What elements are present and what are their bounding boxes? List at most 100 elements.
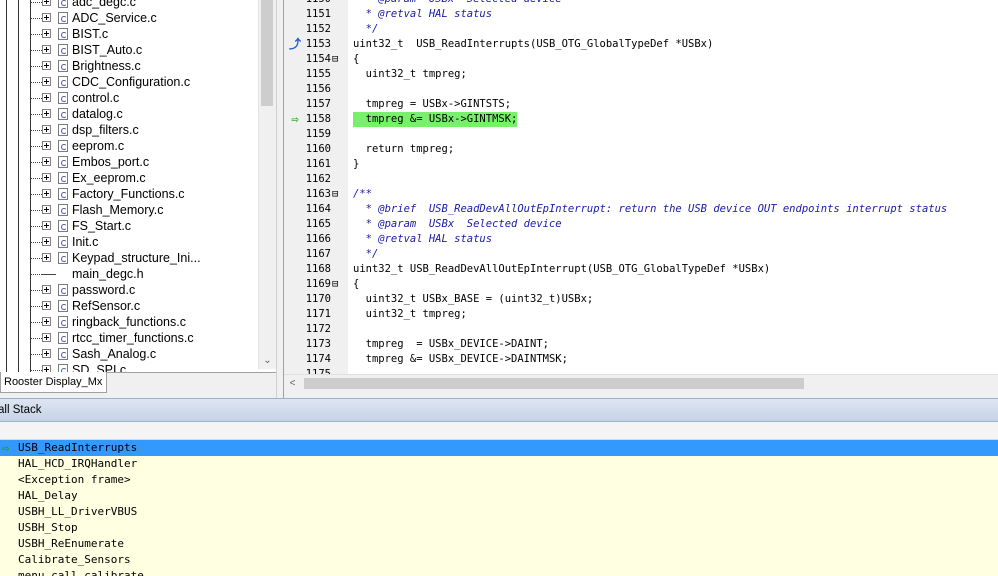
- fold-toggle-icon[interactable]: ⊟: [332, 277, 344, 292]
- tree-item[interactable]: password.c: [0, 282, 258, 298]
- code-editor[interactable]: 1150 * @param USBx Selected device1151 *…: [284, 0, 998, 374]
- gutter-marker[interactable]: [286, 127, 304, 142]
- code-line[interactable]: 1165 * @param USBx Selected device: [284, 217, 998, 232]
- code-line[interactable]: 1171 uint32_t tmpreg;: [284, 307, 998, 322]
- tree-item[interactable]: Keypad_structure_Ini...: [0, 250, 258, 266]
- expand-icon[interactable]: [42, 317, 51, 326]
- code-line[interactable]: 1157 tmpreg = USBx->GINTSTS;: [284, 97, 998, 112]
- expand-icon[interactable]: [42, 333, 51, 342]
- call-stack-titlebar[interactable]: all Stack: [0, 398, 998, 422]
- code-line[interactable]: 1156: [284, 82, 998, 97]
- gutter-marker[interactable]: [286, 367, 304, 374]
- tree-scroll-down-button[interactable]: ⌄: [259, 352, 276, 369]
- tree-scroll-thumb[interactable]: [261, 0, 273, 106]
- tree-item[interactable]: Brightness.c: [0, 58, 258, 74]
- tree-item[interactable]: Sash_Analog.c: [0, 346, 258, 362]
- gutter-marker[interactable]: [286, 22, 304, 37]
- code-line[interactable]: ⤴ 1153 uint32_t USB_ReadInterrupts(USB_OTG…: [284, 37, 998, 52]
- tree-item[interactable]: datalog.c: [0, 106, 258, 122]
- code-line[interactable]: 1173 tmpreg = USBx_DEVICE->DAINT;: [284, 337, 998, 352]
- tree-item[interactable]: control.c: [0, 90, 258, 106]
- expand-icon[interactable]: [42, 205, 51, 214]
- tree-item[interactable]: adc_degc.c: [0, 0, 258, 10]
- expand-icon[interactable]: [42, 173, 51, 182]
- tree-item[interactable]: Ex_eeprom.c: [0, 170, 258, 186]
- expand-icon[interactable]: [42, 349, 51, 358]
- call-stack-frame[interactable]: USBH_ReEnumerate: [0, 536, 998, 552]
- code-line[interactable]: 1172: [284, 322, 998, 337]
- code-line[interactable]: 1162: [284, 172, 998, 187]
- code-line[interactable]: 1160 return tmpreg;: [284, 142, 998, 157]
- gutter-marker[interactable]: [286, 337, 304, 352]
- expand-icon[interactable]: [42, 0, 51, 6]
- bookmark-icon[interactable]: ⤴: [286, 37, 304, 52]
- tree-item[interactable]: dsp_filters.c: [0, 122, 258, 138]
- gutter-marker[interactable]: [286, 292, 304, 307]
- expand-icon[interactable]: [42, 61, 51, 70]
- call-stack-frame[interactable]: <Exception frame>: [0, 472, 998, 488]
- code-line[interactable]: 1174 tmpreg &= USBx_DEVICE->DAINTMSK;: [284, 352, 998, 367]
- expand-icon[interactable]: [42, 237, 51, 246]
- gutter-marker[interactable]: [286, 262, 304, 277]
- tree-item[interactable]: eeprom.c: [0, 138, 258, 154]
- gutter-marker[interactable]: [286, 352, 304, 367]
- code-line[interactable]: 1152 */: [284, 22, 998, 37]
- tree-vertical-scrollbar[interactable]: ⌄: [258, 0, 276, 369]
- expand-icon[interactable]: [42, 253, 51, 262]
- code-line[interactable]: 1164 * @brief USB_ReadDevAllOutEpInterru…: [284, 202, 998, 217]
- tree-item[interactable]: Flash_Memory.c: [0, 202, 258, 218]
- tree-item[interactable]: Factory_Functions.c: [0, 186, 258, 202]
- editor-scroll-thumb[interactable]: [304, 378, 804, 389]
- call-stack-frame[interactable]: USBH_Stop: [0, 520, 998, 536]
- code-line[interactable]: 1175: [284, 367, 998, 374]
- gutter-marker[interactable]: [286, 307, 304, 322]
- expand-icon[interactable]: [42, 157, 51, 166]
- gutter-marker[interactable]: [286, 7, 304, 22]
- gutter-marker[interactable]: [286, 67, 304, 82]
- gutter-marker[interactable]: [286, 247, 304, 262]
- code-line[interactable]: 1167 */: [284, 247, 998, 262]
- call-stack-frame[interactable]: Calibrate_Sensors: [0, 552, 998, 568]
- fold-toggle-icon[interactable]: ⊟: [332, 52, 344, 67]
- expand-icon[interactable]: [42, 141, 51, 150]
- expand-icon[interactable]: [42, 189, 51, 198]
- gutter-marker[interactable]: [286, 187, 304, 202]
- gutter-marker[interactable]: [286, 277, 304, 292]
- tree-item[interactable]: Init.c: [0, 234, 258, 250]
- code-line[interactable]: 1151 * @retval HAL status: [284, 7, 998, 22]
- code-line[interactable]: 1154 ⊟ {: [284, 52, 998, 67]
- call-stack-frame[interactable]: ⇨ USB_ReadInterrupts: [0, 440, 998, 456]
- code-line[interactable]: 1170 uint32_t USBx_BASE = (uint32_t)USBx…: [284, 292, 998, 307]
- gutter-marker[interactable]: [286, 322, 304, 337]
- tree-item[interactable]: ringback_functions.c: [0, 314, 258, 330]
- editor-horizontal-scrollbar[interactable]: <: [284, 374, 998, 392]
- gutter-marker[interactable]: [286, 52, 304, 67]
- gutter-marker[interactable]: [286, 202, 304, 217]
- code-line[interactable]: 1168 uint32_t USB_ReadDevAllOutEpInterrup…: [284, 262, 998, 277]
- expand-icon[interactable]: [42, 109, 51, 118]
- fold-toggle-icon[interactable]: ⊟: [332, 187, 344, 202]
- code-line[interactable]: 1150 * @param USBx Selected device: [284, 0, 998, 7]
- expand-icon[interactable]: [42, 13, 51, 22]
- expand-icon[interactable]: [42, 301, 51, 310]
- call-stack-frame[interactable]: HAL_Delay: [0, 488, 998, 504]
- gutter-marker[interactable]: [286, 142, 304, 157]
- tree-item[interactable]: main_degc.h: [0, 266, 258, 282]
- expand-icon[interactable]: [42, 29, 51, 38]
- gutter-marker[interactable]: [286, 157, 304, 172]
- tree-item[interactable]: RefSensor.c: [0, 298, 258, 314]
- expand-icon[interactable]: [42, 93, 51, 102]
- code-line[interactable]: 1161}: [284, 157, 998, 172]
- code-line[interactable]: 1166 * @retval HAL status: [284, 232, 998, 247]
- code-line[interactable]: 1159: [284, 127, 998, 142]
- gutter-marker[interactable]: [286, 172, 304, 187]
- tree-item[interactable]: ADC_Service.c: [0, 10, 258, 26]
- tree-item[interactable]: CDC_Configuration.c: [0, 74, 258, 90]
- gutter-marker[interactable]: [286, 0, 304, 7]
- tree-item[interactable]: FS_Start.c: [0, 218, 258, 234]
- expand-icon[interactable]: [42, 45, 51, 54]
- expand-icon[interactable]: [42, 285, 51, 294]
- call-stack-frame[interactable]: USBH_LL_DriverVBUS: [0, 504, 998, 520]
- expand-icon[interactable]: [42, 221, 51, 230]
- gutter-marker[interactable]: [286, 217, 304, 232]
